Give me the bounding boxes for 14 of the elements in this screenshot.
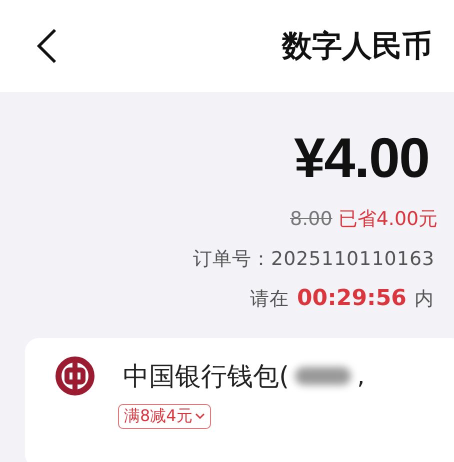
comma-text: ,	[357, 362, 365, 390]
page-title: 数字人民币	[282, 28, 432, 66]
bank-logo-icon	[55, 356, 95, 396]
back-icon	[36, 28, 58, 64]
payment-amount: ¥4.00	[294, 130, 430, 186]
bank-name: 中国银行钱包(	[123, 360, 290, 394]
countdown-timer: 00:29:56	[297, 286, 406, 311]
original-price: 8.00	[290, 208, 332, 230]
promo-tag[interactable]: 满8减4元	[118, 404, 212, 429]
countdown-prefix: 请在	[250, 287, 289, 312]
countdown-suffix: 内	[414, 287, 434, 312]
chevron-down-icon	[195, 413, 206, 420]
savings-text: 已省4.00元	[338, 207, 438, 232]
order-number: 订单号：2025110110163	[193, 247, 435, 272]
